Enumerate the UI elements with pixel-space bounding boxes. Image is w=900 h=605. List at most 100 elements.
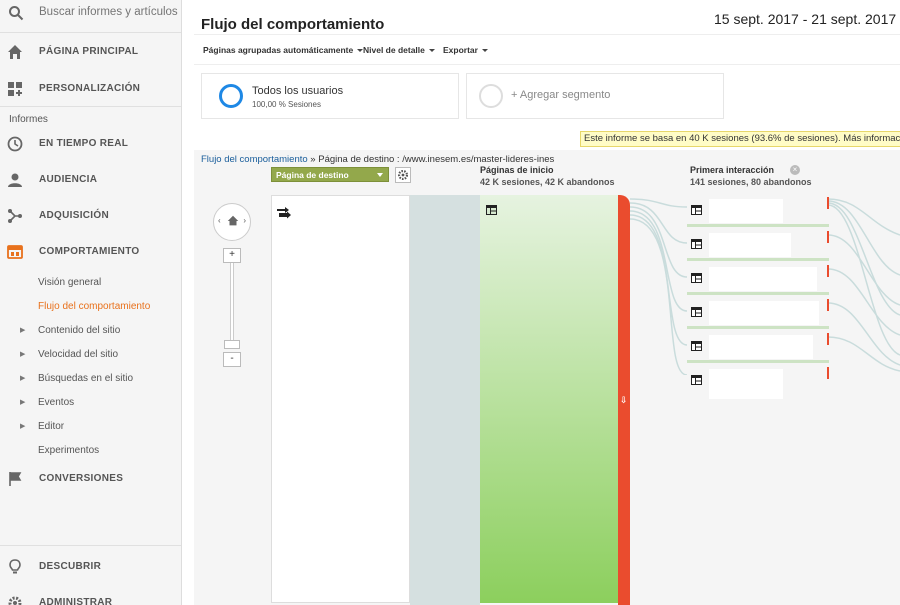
expand-arrow-icon: ▶ xyxy=(20,375,26,382)
detail-level-dropdown[interactable]: Nivel de detalle xyxy=(363,45,435,55)
export-label: Exportar xyxy=(443,45,478,55)
grouped-pages-dropdown[interactable]: Páginas agrupadas automáticamente xyxy=(203,45,364,55)
segment-ring-icon xyxy=(219,84,243,108)
caret-down-icon xyxy=(428,49,435,53)
column-stats: 141 sesiones, 80 abandonos xyxy=(690,177,812,187)
report-header: Flujo del comportamiento 15 sept. 2017 -… xyxy=(194,0,900,68)
add-segment-label: + Agregar segmento xyxy=(511,89,611,101)
nav-home[interactable]: PÁGINA PRINCIPAL xyxy=(0,37,181,67)
gear-icon xyxy=(8,596,22,605)
sub-editor[interactable]: ▶ Editor xyxy=(0,416,181,438)
search-box[interactable]: Buscar informes y artículos xyxy=(0,0,181,28)
node-bar xyxy=(687,224,829,227)
nav-behavior-label: COMPORTAMIENTO xyxy=(39,246,140,257)
person-icon xyxy=(8,173,22,187)
sub-site-search[interactable]: ▶ Búsquedas en el sitio xyxy=(0,368,181,390)
date-range-picker[interactable]: 15 sept. 2017 - 21 sept. 2017 xyxy=(714,11,896,27)
sub-editor-label: Editor xyxy=(38,421,65,432)
close-icon[interactable]: × xyxy=(790,165,800,175)
table-icon xyxy=(691,341,702,351)
dimension-select[interactable]: Página de destino xyxy=(271,167,389,182)
nav-acquisition[interactable]: ADQUISICIÓN xyxy=(0,201,181,231)
acquisition-icon xyxy=(8,209,22,223)
pan-control[interactable]: ‹ › xyxy=(213,203,251,241)
interaction-node[interactable] xyxy=(687,197,829,227)
sub-events-label: Eventos xyxy=(38,397,75,408)
nav-admin-label: ADMINISTRAR xyxy=(39,597,113,605)
nav-home-label: PÁGINA PRINCIPAL xyxy=(39,46,139,57)
nav-discover[interactable]: DESCUBRIR xyxy=(0,552,181,582)
landing-page-node[interactable] xyxy=(271,195,410,603)
zoom-in-button[interactable]: + xyxy=(223,248,241,263)
export-dropdown[interactable]: Exportar xyxy=(443,45,488,55)
sub-site-speed[interactable]: ▶ Velocidad del sitio xyxy=(0,344,181,366)
reports-heading: Informes xyxy=(9,114,48,125)
sub-events[interactable]: ▶ Eventos xyxy=(0,392,181,414)
nav-behavior[interactable]: COMPORTAMIENTO xyxy=(0,237,181,267)
nav-conversions[interactable]: CONVERSIONES xyxy=(0,464,181,494)
node-label-area xyxy=(709,301,819,325)
node-label-area xyxy=(709,267,817,291)
settings-button[interactable] xyxy=(395,167,411,183)
sub-behavior-flow[interactable]: Flujo del comportamiento xyxy=(0,296,181,318)
segment-title: Todos los usuarios xyxy=(252,85,344,97)
table-icon xyxy=(486,205,497,215)
interaction-node[interactable] xyxy=(687,299,829,329)
expand-arrow-icon: ▶ xyxy=(20,351,26,358)
drop-off-marker xyxy=(827,231,829,243)
sub-overview[interactable]: Visión general xyxy=(0,272,181,294)
report-toolbar: Páginas agrupadas automáticamente Nivel … xyxy=(194,34,900,62)
flag-icon xyxy=(9,472,22,486)
sub-experiments[interactable]: Experimentos xyxy=(0,440,181,462)
nav-audience[interactable]: AUDIENCIA xyxy=(0,165,181,195)
interaction-node[interactable] xyxy=(687,367,829,403)
drop-off-marker xyxy=(827,367,829,379)
grouped-pages-label: Páginas agrupadas automáticamente xyxy=(203,45,354,55)
lightbulb-icon xyxy=(9,559,21,574)
node-bar xyxy=(687,360,829,363)
add-segment-button[interactable]: + Agregar segmento xyxy=(466,73,724,119)
segment-all-users[interactable]: Todos los usuarios 100,00 % Sesiones xyxy=(201,73,459,119)
column-stats: 42 K sesiones, 42 K abandonos xyxy=(480,177,615,187)
nav-admin[interactable]: ADMINISTRAR xyxy=(0,588,181,605)
sub-behavior-flow-label: Flujo del comportamiento xyxy=(38,301,151,312)
drop-off-marker xyxy=(827,265,829,277)
interaction-node[interactable] xyxy=(687,231,829,261)
table-icon xyxy=(691,205,702,215)
entry-arrows-icon xyxy=(277,207,291,219)
zoom-slider-track[interactable] xyxy=(230,260,234,348)
interaction-node[interactable] xyxy=(687,265,829,295)
pan-left-icon[interactable]: ‹ xyxy=(218,216,221,225)
start-pages-node[interactable] xyxy=(480,195,618,603)
dimension-label: Página de destino xyxy=(276,170,349,180)
sub-site-speed-label: Velocidad del sitio xyxy=(38,349,119,360)
empty-segment-ring-icon xyxy=(479,84,503,108)
breadcrumb-link[interactable]: Flujo del comportamiento xyxy=(201,154,308,165)
sampling-notice: Este informe se basa en 40 K sesiones (9… xyxy=(580,131,900,147)
gear-icon xyxy=(397,169,409,181)
node-bar xyxy=(687,292,829,295)
drop-off-bar[interactable]: ⇩ xyxy=(618,195,630,605)
zoom-out-button[interactable]: - xyxy=(223,352,241,367)
node-bar xyxy=(687,326,829,329)
sub-site-content-label: Contenido del sitio xyxy=(38,325,121,336)
sub-experiments-label: Experimentos xyxy=(38,445,100,456)
search-input[interactable]: Buscar informes y artículos xyxy=(39,6,178,18)
breadcrumb-current: » Página de destino : /www.inesem.es/mas… xyxy=(307,154,555,165)
caret-down-icon xyxy=(481,49,488,53)
nav-realtime[interactable]: EN TIEMPO REAL xyxy=(0,129,181,159)
segment-percentage: 100,00 % Sesiones xyxy=(252,100,321,109)
behavior-icon xyxy=(7,245,23,259)
interaction-node[interactable] xyxy=(687,333,829,363)
node-label-area xyxy=(709,335,813,359)
sub-site-content[interactable]: ▶ Contenido del sitio xyxy=(0,320,181,342)
behavior-flow-chart: Flujo del comportamiento » Página de des… xyxy=(194,150,900,605)
nav-customization[interactable]: PERSONALIZACIÓN xyxy=(0,74,181,104)
home-icon[interactable] xyxy=(226,214,240,228)
nav-realtime-label: EN TIEMPO REAL xyxy=(39,138,129,149)
zoom-slider-thumb[interactable] xyxy=(224,340,240,349)
pan-right-icon[interactable]: › xyxy=(243,216,246,225)
node-bar xyxy=(687,258,829,261)
nav-acquisition-label: ADQUISICIÓN xyxy=(39,210,109,221)
table-icon xyxy=(691,273,702,283)
